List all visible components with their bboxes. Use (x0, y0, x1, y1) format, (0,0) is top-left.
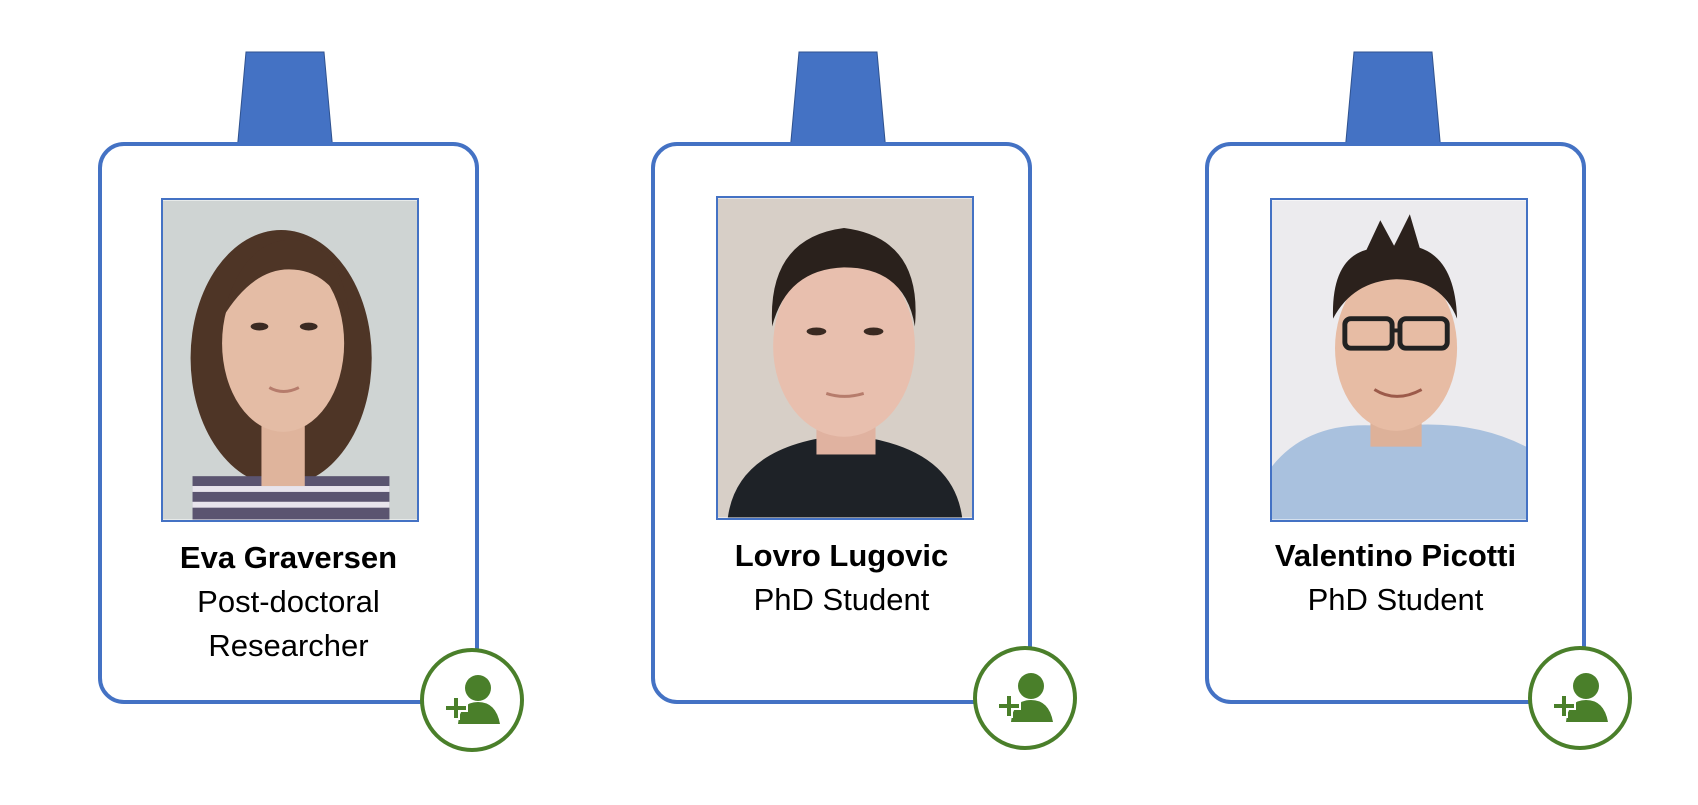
badge-body: Lovro Lugovic PhD Student (651, 142, 1032, 704)
profile-photo (716, 196, 974, 520)
person-name: Lovro Lugovic (734, 538, 949, 573)
person-role-line: Researcher (208, 628, 369, 663)
badge-card-eva: Eva Graversen Post-doctoral Researcher (98, 0, 658, 805)
profile-photo (1270, 198, 1528, 522)
person-name: Eva Graversen (179, 540, 398, 575)
badge-body: Eva Graversen Post-doctoral Researcher (98, 142, 479, 704)
person-role-line: PhD Student (753, 582, 930, 617)
add-person-button[interactable] (420, 648, 524, 752)
add-person-icon (444, 675, 500, 724)
person-portrait-icon (163, 200, 417, 520)
add-person-button[interactable] (973, 646, 1077, 750)
badge-body: Valentino Picotti PhD Student (1205, 142, 1586, 704)
add-person-icon (997, 673, 1053, 722)
person-portrait-icon (718, 198, 972, 518)
profile-photo (161, 198, 419, 522)
person-role-line: PhD Student (1307, 582, 1484, 617)
badge-card-lovro: Lovro Lugovic PhD Student (651, 0, 1211, 805)
person-portrait-icon (1272, 200, 1526, 520)
badge-card-valentino: Valentino Picotti PhD Student (1205, 0, 1698, 805)
person-role-line: Post-doctoral (197, 584, 380, 619)
add-person-button[interactable] (1528, 646, 1632, 750)
person-name: Valentino Picotti (1274, 538, 1517, 573)
add-person-icon (1552, 673, 1608, 722)
